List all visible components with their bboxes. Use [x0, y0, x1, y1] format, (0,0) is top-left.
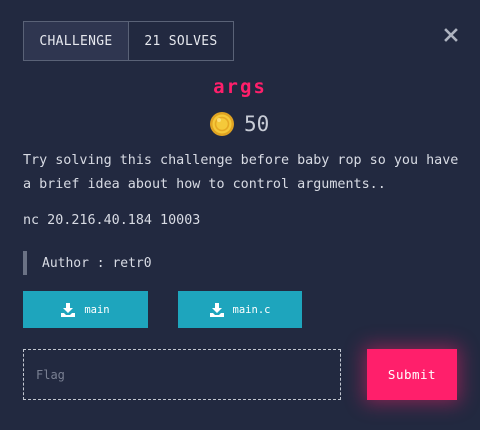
flag-input[interactable] — [23, 349, 341, 400]
tab-challenge-label: CHALLENGE — [39, 33, 113, 49]
download-icon — [61, 302, 76, 317]
author-text: Author : retr0 — [42, 255, 152, 271]
download-main-c-button[interactable]: main.c — [178, 291, 302, 328]
download-main-label: main — [84, 303, 110, 316]
challenge-modal: CHALLENGE 21 SOLVES args 50 Try solving … — [0, 0, 480, 430]
challenge-description: Try solving this challenge before baby r… — [23, 153, 459, 192]
points-value: 50 — [244, 112, 270, 136]
close-icon[interactable] — [442, 26, 460, 44]
challenge-title: args — [213, 76, 267, 98]
connection-info: nc 20.216.40.184 10003 — [23, 213, 201, 228]
author-blockquote: Author : retr0 — [23, 251, 152, 275]
download-main-c-label: main.c — [232, 303, 271, 316]
tab-challenge[interactable]: CHALLENGE — [23, 21, 129, 61]
coin-icon — [210, 112, 234, 136]
tab-solves-label: 21 SOLVES — [144, 33, 218, 49]
points-display: 50 — [209, 111, 269, 137]
tab-bar: CHALLENGE 21 SOLVES — [23, 21, 234, 61]
download-icon — [209, 302, 224, 317]
submit-button[interactable]: Submit — [367, 349, 457, 400]
tab-solves[interactable]: 21 SOLVES — [128, 21, 234, 61]
download-main-button[interactable]: main — [23, 291, 148, 328]
